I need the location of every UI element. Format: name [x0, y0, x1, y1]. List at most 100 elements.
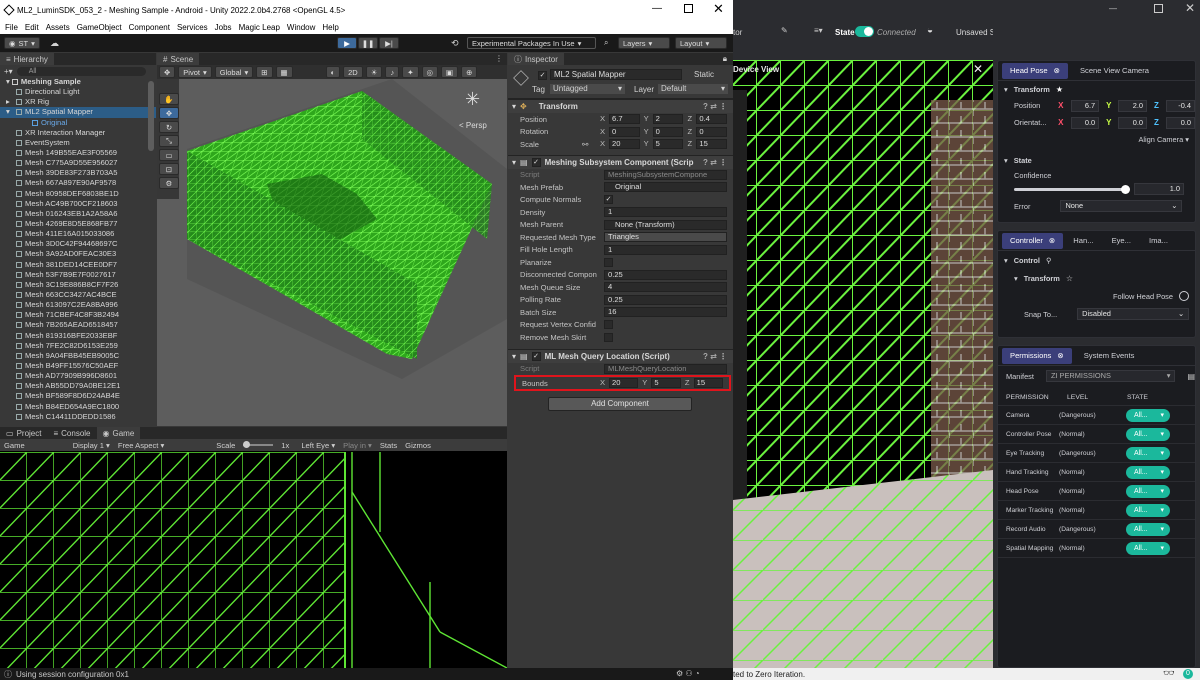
- hierarchy-item[interactable]: Mesh AD77909B996D8601: [0, 371, 156, 381]
- state-toggle[interactable]: [855, 26, 874, 37]
- close-tab-icon[interactable]: ⊗: [1054, 66, 1060, 75]
- hierarchy-item[interactable]: Mesh 39DE83F273B703A5: [0, 168, 156, 178]
- head-position-y[interactable]: 2.0: [1118, 99, 1148, 112]
- scene-view[interactable]: # Scene ⋮ ✥ Pivot ▾ Global ▾ ⊞ ▦ ◐ 2D ☀ ♪ ✦…: [157, 53, 507, 426]
- maximize-button[interactable]: [1154, 4, 1163, 13]
- hierarchy-item[interactable]: Mesh 819316BFE2033EBF: [0, 331, 156, 341]
- rotation-y-field[interactable]: 0: [652, 126, 684, 137]
- collapse-icon[interactable]: ▾: [1004, 85, 1008, 94]
- menu-magic-leap[interactable]: Magic Leap: [239, 23, 280, 32]
- meshing-checkbox[interactable]: [604, 320, 613, 330]
- scene-root[interactable]: ▾ Meshing Sample: [0, 77, 156, 87]
- hierarchy-item[interactable]: Mesh 3A92AD0FEAC30E3: [0, 249, 156, 259]
- meshing-subsystem-header[interactable]: ▾ ▤ ✓ Meshing Subsystem Component (Scrip? ⇄…: [508, 154, 733, 169]
- device-view[interactable]: [733, 60, 993, 668]
- bounds-y-field[interactable]: 5: [651, 378, 681, 388]
- hierarchy-item[interactable]: ▸ XR Rig: [0, 97, 156, 107]
- grid-snap-icon[interactable]: ⊞: [256, 66, 273, 78]
- layers-dropdown[interactable]: Layers ▾: [618, 37, 670, 49]
- menu-assets[interactable]: Assets: [46, 23, 70, 32]
- move-tool-icon[interactable]: ✥: [159, 107, 179, 119]
- permission-state-dropdown[interactable]: All... ▾: [1126, 484, 1170, 498]
- view-tool-icon[interactable]: ✋: [159, 93, 179, 105]
- hierarchy-item[interactable]: Mesh 613097C2EA8BA996: [0, 300, 156, 310]
- cloud-icon[interactable]: ☁: [50, 38, 59, 49]
- transform-header[interactable]: ▾ ✥ Transform? ⇄ ⋮: [508, 99, 733, 113]
- close-button[interactable]: ✕: [713, 1, 724, 17]
- camera-icon[interactable]: ▣: [441, 66, 459, 78]
- hierarchy-scrollbar[interactable]: [148, 81, 154, 151]
- hierarchy-item[interactable]: Mesh 3D0C42F94468697C: [0, 239, 156, 249]
- menu-file[interactable]: File: [5, 23, 18, 32]
- permission-state-dropdown[interactable]: All... ▾: [1126, 465, 1170, 479]
- glasses-icon[interactable]: 👓︎: [1163, 668, 1174, 679]
- hierarchy-item[interactable]: Mesh 381DED14CEE0DF7: [0, 260, 156, 270]
- hierarchy-item[interactable]: ▾ ML2 Spatial Mapper: [0, 107, 156, 118]
- step-button[interactable]: ▶|: [379, 37, 399, 49]
- tab-eye[interactable]: Eye...: [1104, 233, 1139, 249]
- audio-icon[interactable]: ♪: [385, 66, 400, 78]
- global-dropdown[interactable]: Global ▾: [214, 66, 254, 78]
- custom-tool-icon[interactable]: ⚙: [159, 177, 179, 189]
- star-outline-icon[interactable]: ☆: [1066, 274, 1073, 283]
- search-icon[interactable]: ⌕: [604, 38, 608, 48]
- close-tab-icon[interactable]: ⊗: [1049, 236, 1055, 245]
- effects-icon[interactable]: ✦: [402, 66, 419, 78]
- permission-state-dropdown[interactable]: All... ▾: [1126, 427, 1170, 441]
- hierarchy-item[interactable]: Mesh B84ED654A9EC1800: [0, 402, 156, 412]
- hierarchy-item[interactable]: Mesh 411E16A015033086: [0, 229, 156, 239]
- meshing-checkbox[interactable]: [604, 332, 613, 342]
- meshing-value-field[interactable]: 0.25: [604, 294, 727, 305]
- tab-hand[interactable]: Han...: [1065, 233, 1101, 249]
- rotate-tool-icon[interactable]: ↻: [159, 121, 179, 133]
- scale-tool-icon[interactable]: ⤡: [159, 135, 179, 147]
- gizmos-button[interactable]: Gizmos: [405, 441, 431, 450]
- menu-help[interactable]: Help: [322, 23, 338, 32]
- position-y-field[interactable]: 2: [652, 114, 684, 125]
- meshing-value-field[interactable]: 1: [604, 207, 727, 218]
- expand-arrow-icon[interactable]: ▾: [6, 107, 10, 117]
- position-x-field[interactable]: 6.7: [609, 114, 640, 125]
- head-orientation-x[interactable]: 0.0: [1070, 116, 1100, 129]
- tab-image[interactable]: Ima...: [1141, 233, 1176, 249]
- confidence-slider-thumb[interactable]: [1121, 184, 1130, 194]
- shading-mode-icon[interactable]: ◐: [325, 66, 341, 78]
- object-name-field[interactable]: ML2 Spatial Mapper: [550, 69, 682, 80]
- layout-dropdown[interactable]: Layout ▾: [675, 37, 727, 49]
- tab-hierarchy[interactable]: ≡ Hierarchy: [0, 53, 54, 65]
- error-dropdown[interactable]: None ⌄: [1060, 200, 1183, 212]
- position-z-field[interactable]: 0.4: [696, 114, 728, 125]
- hierarchy-search-input[interactable]: All: [16, 66, 146, 76]
- permission-state-dropdown[interactable]: All... ▾: [1126, 446, 1170, 460]
- stats-button[interactable]: Stats: [380, 441, 397, 450]
- menu-component[interactable]: Component: [129, 23, 170, 32]
- hierarchy-item[interactable]: XR Interaction Manager: [0, 128, 156, 138]
- hierarchy-item[interactable]: Mesh 71CBEF4C8F3B2494: [0, 310, 156, 320]
- confidence-slider[interactable]: [1014, 184, 1130, 194]
- hierarchy-item[interactable]: Directional Light: [0, 87, 156, 97]
- hierarchy-item[interactable]: Mesh 667A897E90AF9578: [0, 178, 156, 188]
- hierarchy-item[interactable]: Mesh B49FF15576C50AEF: [0, 361, 156, 371]
- tab-permissions[interactable]: Permissions ⊗: [1002, 347, 1072, 364]
- snap-dropdown[interactable]: Disabled ⌄: [1077, 308, 1190, 320]
- minimize-button[interactable]: —: [652, 3, 662, 14]
- close-tab-icon[interactable]: ⊗: [1057, 351, 1063, 360]
- tab-inspector[interactable]: ⓘ Inspector: [508, 53, 564, 65]
- rect-tool-icon[interactable]: ▭: [159, 149, 179, 161]
- head-position-z[interactable]: -0.4: [1166, 99, 1195, 112]
- gizmos-icon[interactable]: ⊕: [461, 66, 478, 78]
- display-dropdown[interactable]: Display 1 ▾: [73, 441, 110, 450]
- lighting-icon[interactable]: ☀: [365, 66, 383, 78]
- more-options-icon[interactable]: ⋮: [495, 54, 503, 63]
- static-toggle[interactable]: Static: [694, 70, 714, 79]
- close-device-view[interactable]: ✕: [973, 62, 983, 76]
- history-icon[interactable]: ⟲: [451, 38, 459, 49]
- menu-services[interactable]: Services: [177, 23, 208, 32]
- eye-dropdown[interactable]: Left Eye ▾: [301, 441, 335, 450]
- tab-project[interactable]: ▭ Project: [0, 427, 47, 439]
- collapse-icon[interactable]: ▾: [1014, 274, 1018, 283]
- permission-state-dropdown[interactable]: All... ▾: [1126, 408, 1170, 422]
- persp-label[interactable]: < Persp: [459, 121, 487, 130]
- aspect-dropdown[interactable]: Free Aspect ▾: [118, 441, 164, 450]
- status-icons[interactable]: ⚙ ⚇ ◔: [676, 669, 700, 678]
